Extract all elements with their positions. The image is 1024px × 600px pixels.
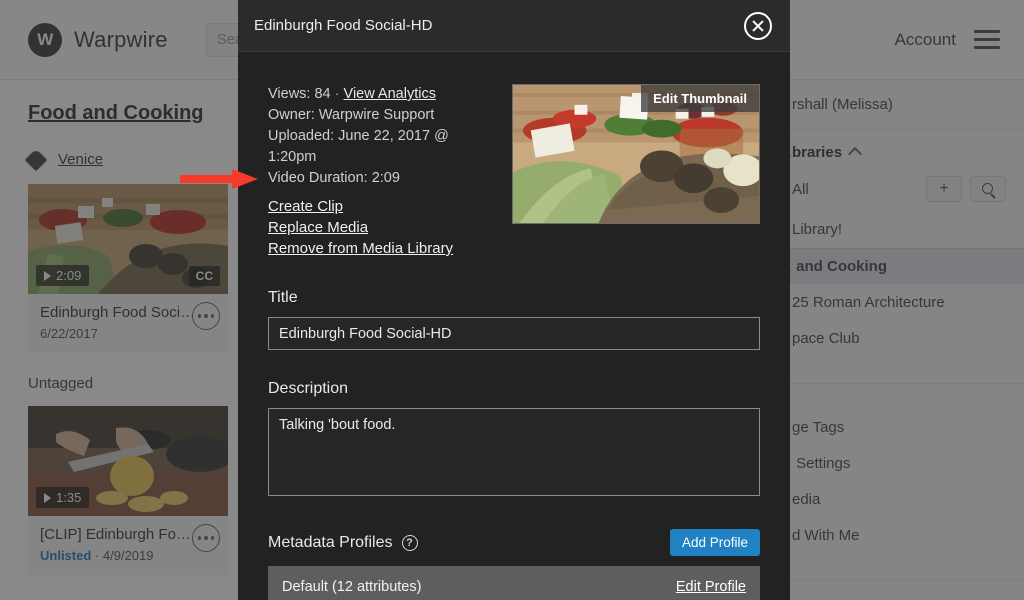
views-label: Views: (268, 86, 311, 102)
title-input[interactable] (268, 317, 760, 350)
views-count: 84 (314, 86, 331, 102)
modal-thumbnail[interactable]: Edit Thumbnail (512, 84, 760, 224)
modal-body: Views: 84 · View Analytics Owner: Warpwi… (238, 52, 790, 600)
modal-header: Edinburgh Food Social-HD (238, 0, 790, 52)
media-actions: Create Clip Replace Media Remove from Me… (268, 196, 498, 259)
help-icon[interactable]: ? (401, 534, 418, 551)
edit-profile-link[interactable]: Edit Profile (676, 579, 746, 595)
media-info-details: Views: 84 · View Analytics Owner: Warpwi… (268, 84, 498, 259)
modal-title: Edinburgh Food Social-HD (254, 17, 433, 34)
replace-media-link[interactable]: Replace Media (268, 217, 368, 238)
add-profile-button[interactable]: Add Profile (669, 529, 760, 556)
description-textarea[interactable]: Talking 'bout food. (268, 408, 760, 496)
close-icon[interactable] (744, 11, 772, 40)
metadata-profiles-heading: Metadata Profiles (268, 533, 393, 551)
annotation-arrow-icon (180, 169, 258, 189)
metadata-profile-row: Default (12 attributes) Edit Profile (268, 566, 760, 600)
media-details-modal: Edinburgh Food Social-HD Views: 84 · Vie… (238, 0, 790, 600)
views-line: Views: 84 · View Analytics (268, 84, 498, 105)
media-info-row: Views: 84 · View Analytics Owner: Warpwi… (268, 84, 760, 259)
view-analytics-link[interactable]: View Analytics (344, 86, 436, 102)
title-field-label: Title (268, 289, 298, 306)
edit-thumbnail-button[interactable]: Edit Thumbnail (641, 85, 759, 112)
video-duration-line: Video Duration: 2:09 (268, 170, 400, 186)
owner-line: Owner: Warpwire Support (268, 107, 435, 123)
separator-dot: · (334, 86, 340, 102)
metadata-profiles-header: Metadata Profiles ? Add Profile (268, 529, 760, 556)
description-field-label: Description (268, 380, 349, 397)
uploaded-line: Uploaded: June 22, 2017 @ 1:20pm (268, 128, 449, 165)
metadata-profile-name: Default (12 attributes) (282, 579, 422, 595)
create-clip-link[interactable]: Create Clip (268, 196, 343, 217)
remove-from-media-library-link[interactable]: Remove from Media Library (268, 238, 453, 259)
